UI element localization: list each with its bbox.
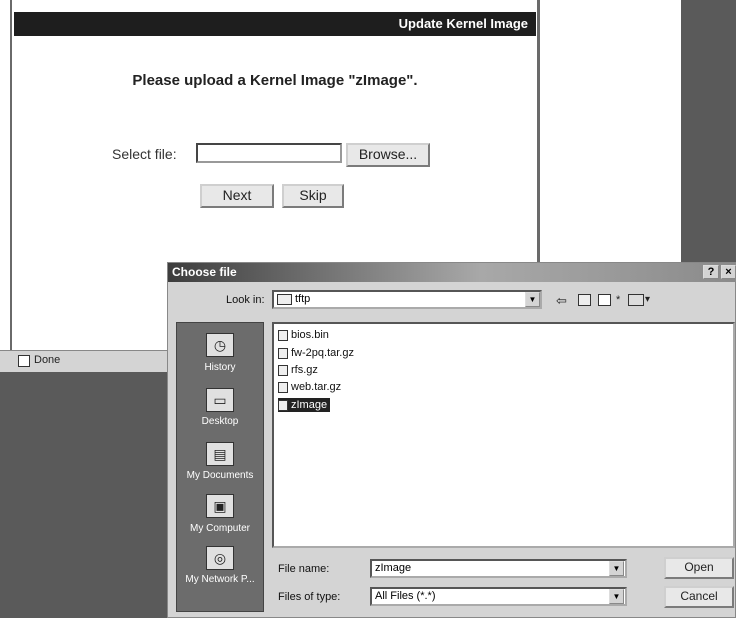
- archive-icon: [278, 347, 288, 359]
- skip-button[interactable]: Skip: [282, 184, 344, 208]
- browse-button[interactable]: Browse...: [346, 143, 430, 167]
- files-of-type-label: Files of type:: [278, 591, 341, 603]
- help-button[interactable]: ?: [703, 265, 719, 279]
- up-folder-icon[interactable]: [578, 294, 591, 306]
- chevron-down-icon[interactable]: ▼: [609, 589, 624, 604]
- list-item[interactable]: rfs.gz: [278, 363, 318, 377]
- list-item[interactable]: bios.bin: [278, 328, 329, 342]
- files-of-type-dropdown[interactable]: All Files (*.*): [370, 587, 627, 606]
- view-menu-icon[interactable]: [628, 294, 644, 306]
- archive-icon: [278, 381, 288, 393]
- desktop-background: [681, 0, 736, 265]
- file-icon: [278, 399, 288, 411]
- archive-icon: [278, 364, 288, 376]
- my-computer-icon[interactable]: ▣: [206, 494, 234, 518]
- browser-frame-left: [0, 0, 12, 350]
- place-desktop[interactable]: Desktop: [176, 416, 264, 427]
- window-background: [537, 0, 681, 265]
- look-in-value: tftp: [295, 293, 311, 305]
- chevron-down-icon[interactable]: ▼: [609, 561, 624, 576]
- open-button[interactable]: Open: [664, 557, 734, 579]
- look-in-label: Look in:: [226, 294, 265, 306]
- list-item-selected[interactable]: zImage: [278, 398, 331, 412]
- folder-icon: [277, 293, 292, 305]
- place-my-documents[interactable]: My Documents: [176, 470, 264, 481]
- page-header: Update Kernel Image: [14, 12, 536, 36]
- my-documents-icon[interactable]: ▤: [206, 442, 234, 466]
- next-button[interactable]: Next: [200, 184, 274, 208]
- upload-instruction: Please upload a Kernel Image "zImage".: [132, 72, 418, 89]
- history-icon[interactable]: ◷: [206, 333, 234, 357]
- file-name-label: File name:: [278, 563, 330, 575]
- new-folder-sparkle-icon: *: [616, 294, 621, 306]
- file-input[interactable]: [196, 143, 342, 163]
- page-done-icon: [18, 355, 30, 367]
- back-icon[interactable]: ⇦: [556, 292, 567, 310]
- new-folder-icon[interactable]: [598, 294, 611, 306]
- desktop-background-lower: [0, 372, 175, 618]
- dialog-title-bar[interactable]: Choose file: [168, 263, 736, 282]
- desktop-icon[interactable]: ▭: [206, 388, 234, 412]
- view-menu-chevron-icon[interactable]: ▾: [645, 291, 650, 309]
- place-my-computer[interactable]: My Computer: [176, 523, 264, 534]
- network-places-icon[interactable]: ◎: [206, 546, 234, 570]
- place-my-network[interactable]: My Network P...: [176, 574, 264, 585]
- file-name-field[interactable]: zImage: [370, 559, 627, 578]
- list-item[interactable]: web.tar.gz: [278, 380, 341, 394]
- look-in-dropdown[interactable]: tftp: [272, 290, 542, 309]
- select-file-label: Select file:: [112, 146, 177, 162]
- close-button[interactable]: ×: [721, 265, 736, 279]
- file-icon: [278, 329, 288, 341]
- place-history[interactable]: History: [176, 362, 264, 373]
- list-item[interactable]: fw-2pq.tar.gz: [278, 346, 354, 360]
- cancel-button[interactable]: Cancel: [664, 586, 734, 608]
- chevron-down-icon[interactable]: ▼: [525, 292, 540, 307]
- status-text: Done: [34, 354, 61, 366]
